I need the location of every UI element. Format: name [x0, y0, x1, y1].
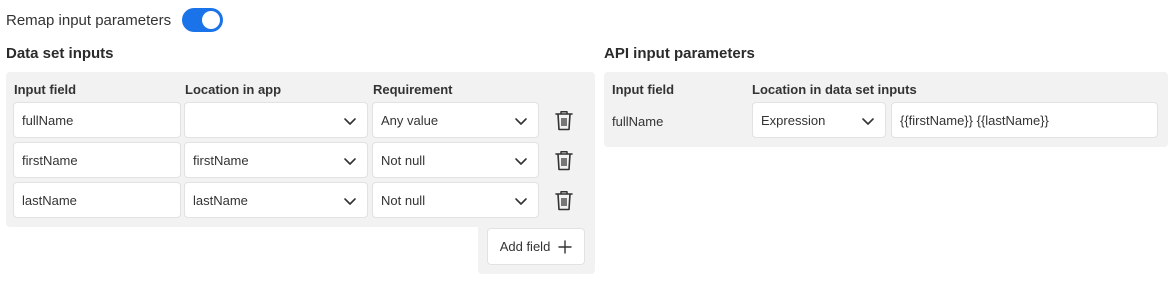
chevron-down-icon	[515, 158, 527, 165]
expression-input[interactable]: {{firstName}} {{lastName}}	[891, 102, 1158, 138]
chevron-down-icon	[515, 198, 527, 205]
requirement-select-value: Not null	[381, 152, 426, 168]
trash-icon[interactable]	[554, 109, 574, 131]
toggle-knob	[202, 11, 221, 29]
api-input-parameters-panel: Input field Location in data set inputs …	[604, 72, 1168, 147]
chevron-down-icon	[515, 118, 527, 125]
location-select-value: lastName	[193, 192, 248, 208]
input-field-name[interactable]: fullName	[13, 102, 181, 138]
chevron-down-icon	[344, 118, 356, 125]
column-header-location: Location in app	[185, 82, 282, 97]
location-select-value: firstName	[193, 152, 249, 168]
column-header-location: Location in data set inputs	[752, 82, 917, 97]
add-field-bar: Add field	[478, 222, 595, 274]
requirement-select-value: Any value	[381, 112, 439, 128]
location-select[interactable]	[184, 102, 368, 138]
input-field-name[interactable]: firstName	[13, 142, 181, 178]
location-select[interactable]: firstName	[184, 142, 368, 178]
chevron-down-icon	[344, 158, 356, 165]
trash-icon[interactable]	[554, 149, 574, 171]
requirement-select[interactable]: Not null	[372, 182, 539, 218]
add-field-button[interactable]: Add field	[487, 228, 585, 265]
column-header-input-field: Input field	[14, 82, 77, 97]
input-field-name[interactable]: lastName	[13, 182, 181, 218]
remap-label: Remap input parameters	[6, 11, 172, 29]
api-input-parameters-title: API input parameters	[604, 45, 755, 62]
requirement-select[interactable]: Any value	[372, 102, 539, 138]
data-set-inputs-panel: Input field Location in app Requirement …	[6, 72, 595, 227]
data-set-inputs-title: Data set inputs	[6, 45, 114, 62]
requirement-select-value: Not null	[381, 192, 426, 208]
trash-icon[interactable]	[554, 189, 574, 211]
location-type-value: Expression	[761, 112, 826, 128]
api-input-field-name: fullName	[612, 114, 664, 129]
requirement-select[interactable]: Not null	[372, 142, 539, 178]
location-select[interactable]: lastName	[184, 182, 368, 218]
column-header-input-field: Input field	[612, 82, 675, 97]
chevron-down-icon	[344, 198, 356, 205]
remap-toggle-row: Remap input parameters	[6, 8, 224, 32]
remap-toggle[interactable]	[182, 8, 224, 32]
location-type-select[interactable]: Expression	[752, 102, 886, 138]
chevron-down-icon	[862, 118, 874, 125]
column-header-requirement: Requirement	[373, 82, 453, 97]
add-field-label: Add field	[499, 239, 551, 254]
plus-icon	[558, 239, 572, 254]
